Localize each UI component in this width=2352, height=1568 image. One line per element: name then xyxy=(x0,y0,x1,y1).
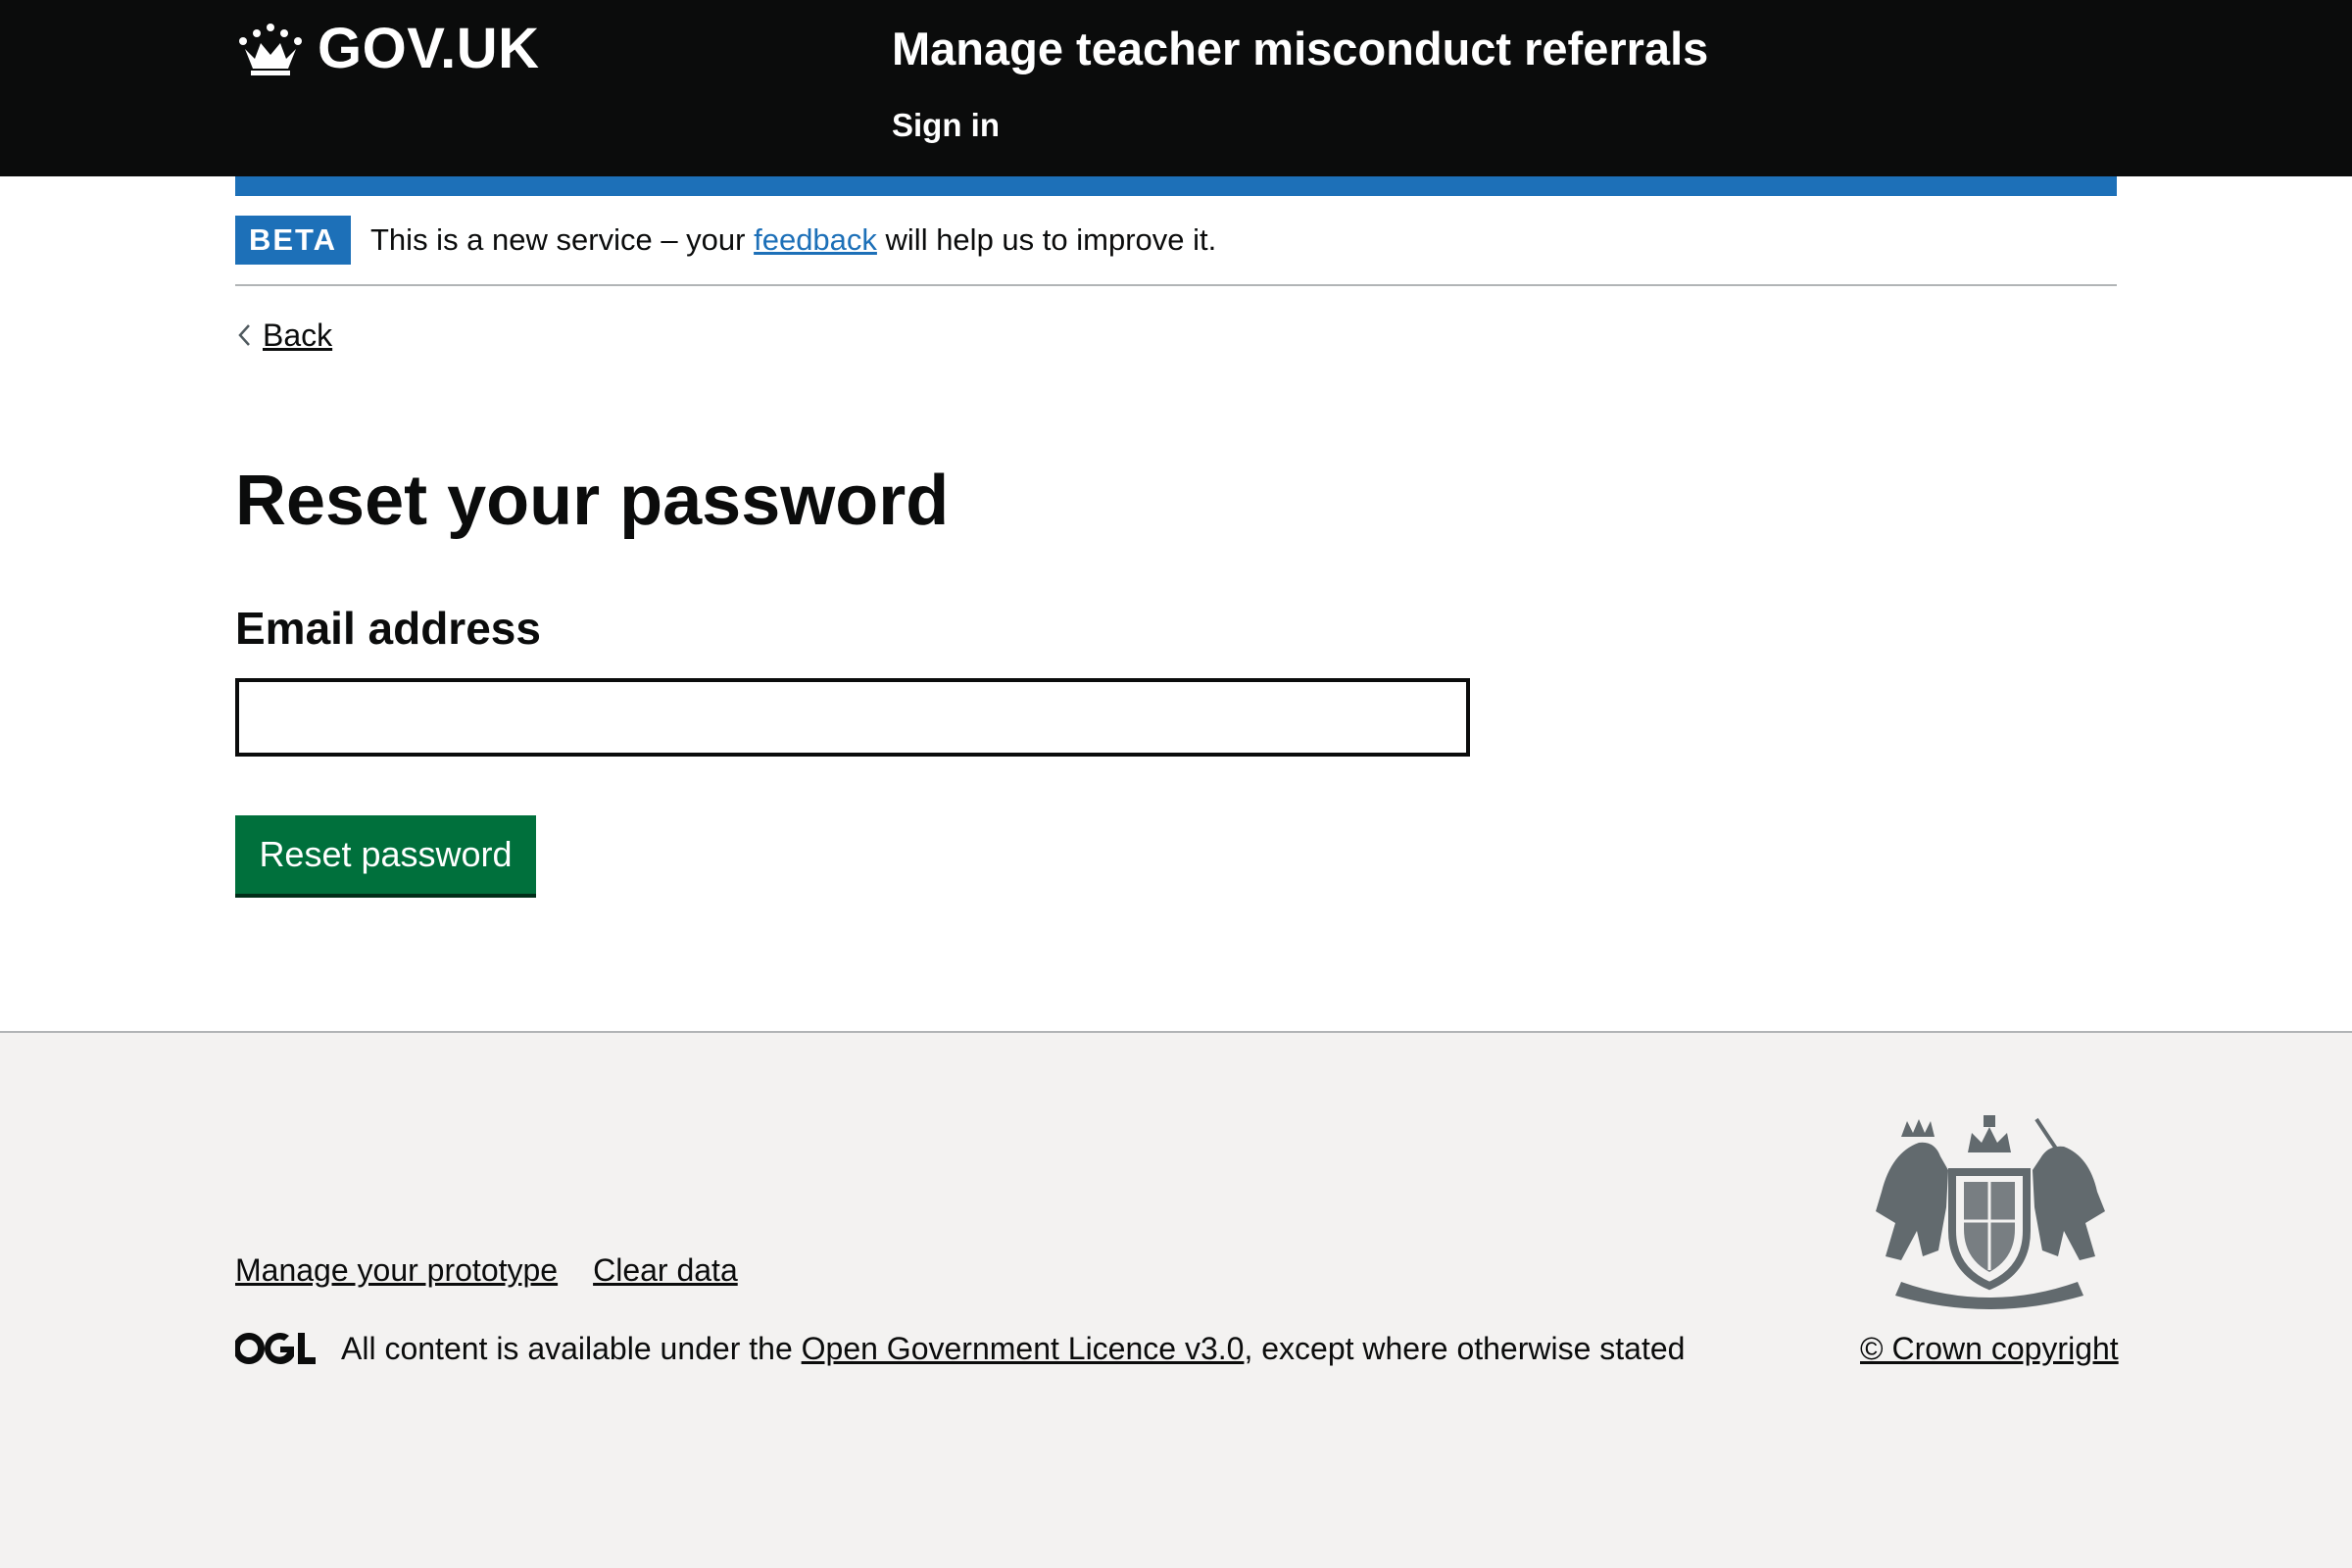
feedback-link[interactable]: feedback xyxy=(754,222,877,257)
chevron-left-icon xyxy=(238,324,250,346)
licence-text-before: All content is available under the xyxy=(341,1331,802,1366)
crown-copyright-link[interactable]: © Crown copyright xyxy=(1860,1327,2119,1370)
royal-crest-icon xyxy=(1876,1115,2105,1309)
licence-text-after: , except where otherwise stated xyxy=(1244,1331,1686,1366)
licence-row: All content is available under the Open … xyxy=(235,1327,1685,1370)
phase-text-before: This is a new service – your xyxy=(370,222,755,257)
phase-text-after: will help us to improve it. xyxy=(876,222,1217,257)
ogl-licence-link[interactable]: Open Government Licence v3.0 xyxy=(802,1331,1245,1366)
back-link-label: Back xyxy=(263,318,333,353)
sign-in-link[interactable]: Sign in xyxy=(892,104,1000,147)
back-link[interactable]: Back xyxy=(235,314,332,357)
email-field[interactable] xyxy=(235,678,1470,757)
phase-banner: BETA This is a new service – your feedba… xyxy=(235,216,2117,286)
service-name-link[interactable]: Manage teacher misconduct referrals xyxy=(892,20,1708,78)
header-blue-bar xyxy=(235,176,2117,196)
reset-password-button[interactable]: Reset password xyxy=(235,815,536,894)
footer-links: Manage your prototype Clear data xyxy=(235,1249,738,1292)
email-label: Email address xyxy=(235,603,541,654)
manage-prototype-link[interactable]: Manage your prototype xyxy=(235,1249,558,1292)
site-header: GOV.UK Manage teacher misconduct referra… xyxy=(0,0,2352,176)
crown-icon xyxy=(239,24,302,75)
site-footer: Manage your prototype Clear data All con… xyxy=(0,1031,2352,1568)
clear-data-link[interactable]: Clear data xyxy=(593,1249,738,1292)
logo-text: GOV.UK xyxy=(318,17,540,80)
phase-banner-text: This is a new service – your feedback wi… xyxy=(370,216,1216,265)
licence-text: All content is available under the Open … xyxy=(341,1327,1685,1370)
govuk-logo-link[interactable]: GOV.UK xyxy=(235,18,539,80)
page-title: Reset your password xyxy=(235,462,950,540)
beta-tag: BETA xyxy=(235,216,351,265)
ogl-icon xyxy=(235,1333,316,1365)
